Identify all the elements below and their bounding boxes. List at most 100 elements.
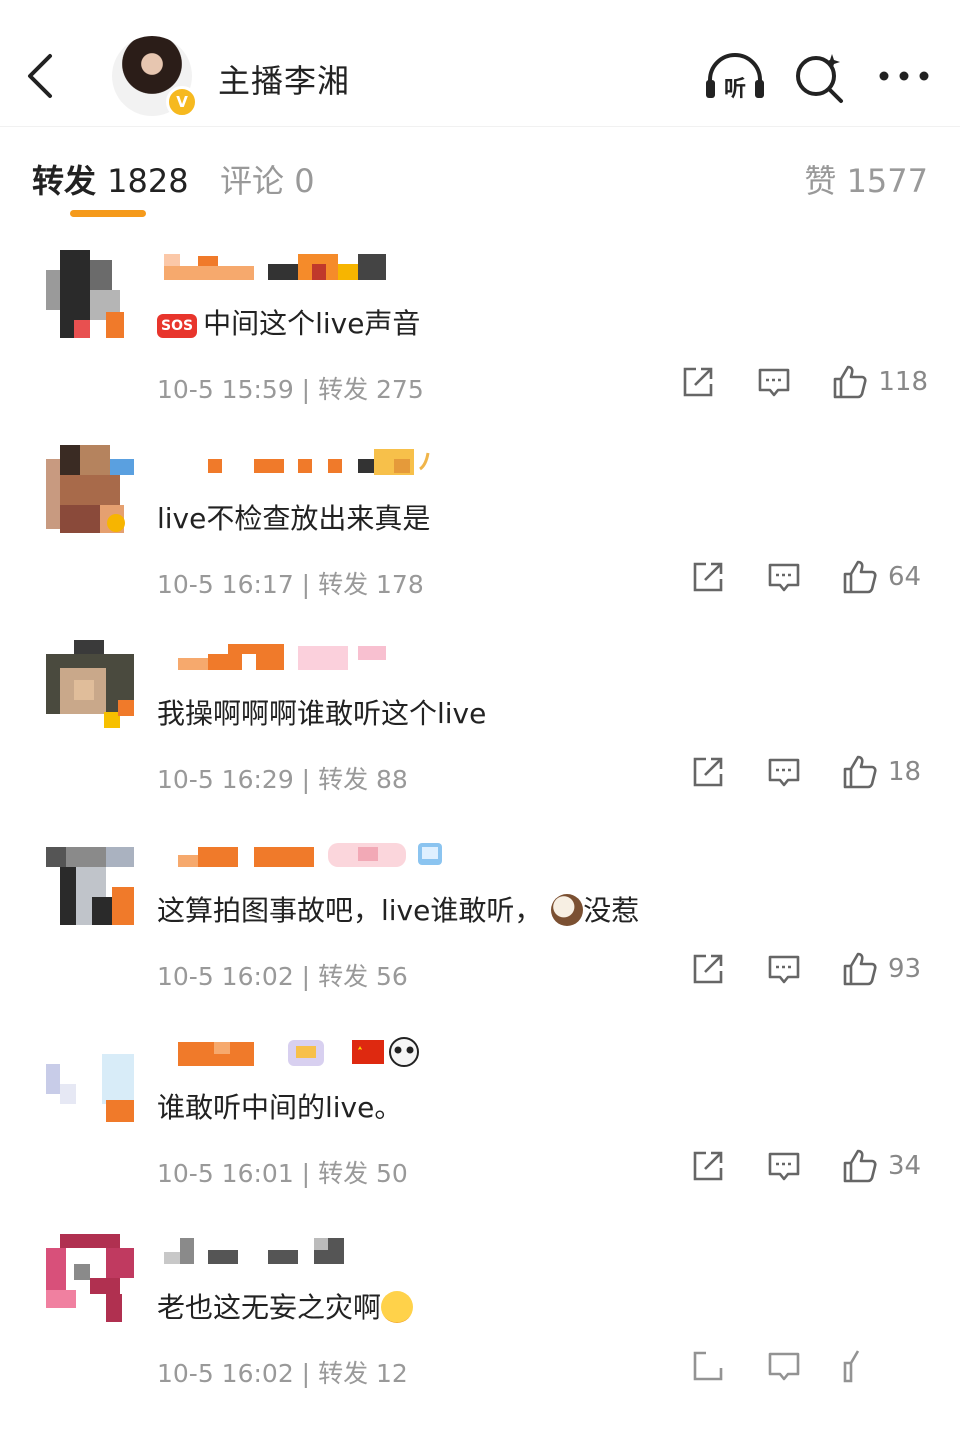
comment-icon[interactable] (766, 754, 802, 790)
sparkle-search-icon[interactable] (792, 50, 848, 106)
repost-count: 88 (376, 765, 408, 794)
thumbs-up-icon[interactable] (842, 1348, 878, 1384)
action-bar: 34 (690, 1146, 928, 1186)
thumbs-up-icon[interactable] (832, 364, 868, 400)
username-pixelated[interactable] (158, 640, 398, 680)
repost-content: 老也这无妄之灾啊 (157, 1286, 414, 1326)
user-avatar-pixelated[interactable] (46, 1034, 134, 1122)
repost-meta: 10-5 15:59 | 转发 275 (157, 375, 424, 404)
thumbs-up-icon[interactable] (842, 559, 878, 595)
like-count: 34 (888, 1151, 922, 1181)
comment-icon[interactable] (766, 1348, 802, 1384)
like-count: 118 (878, 367, 928, 397)
share-icon[interactable] (690, 1148, 726, 1184)
tab-comments[interactable]: 评论 0 (220, 156, 315, 202)
repost-time: 10-5 16:17 (157, 570, 294, 599)
repost-count: 275 (376, 375, 424, 404)
user-avatar-pixelated[interactable] (46, 250, 134, 338)
repost-text: 中间这个live声音 (203, 307, 421, 340)
repost-label: 转发 (318, 570, 369, 599)
action-bar: 18 (690, 752, 928, 792)
tab-reposts-label: 转发 (32, 162, 97, 200)
more-dots-icon[interactable] (876, 60, 932, 90)
repost-content: live不检查放出来真是 (157, 502, 431, 535)
repost-text-tail: 没惹 (583, 894, 640, 927)
repost-time: 10-5 16:01 (157, 1159, 294, 1188)
repost-label: 转发 (318, 375, 369, 404)
repost-label: 转发 (318, 962, 369, 991)
headphones-icon[interactable]: 听 (704, 50, 766, 104)
tab-likes-label: 赞 (804, 162, 837, 200)
tab-comments-count: 0 (294, 162, 315, 200)
username-pixelated[interactable] (158, 250, 398, 290)
repost-time: 10-5 15:59 (157, 375, 294, 404)
tab-bar: 转发 1828 评论 0 赞 1577 (0, 126, 960, 224)
tab-reposts[interactable]: 转发 1828 (32, 156, 189, 202)
page-title[interactable]: 主播李湘 (218, 56, 350, 102)
share-icon[interactable] (690, 1348, 726, 1384)
top-bar: V 主播李湘 听 (0, 0, 960, 127)
thumbs-up-icon[interactable] (842, 1148, 878, 1184)
thumbs-up-icon[interactable] (842, 754, 878, 790)
share-icon[interactable] (690, 754, 726, 790)
repost-item[interactable]: live不检查放出来真是 10-5 16:17 | 转发 178 64 (0, 445, 960, 642)
active-tab-indicator (70, 210, 146, 217)
thumbs-up-icon[interactable] (842, 951, 878, 987)
repost-content: 这算拍图事故吧，live谁敢听， 没惹 (157, 889, 639, 929)
tab-likes[interactable]: 赞 1577 (804, 156, 928, 202)
user-avatar-pixelated[interactable] (46, 445, 134, 533)
like-count: 18 (888, 757, 922, 787)
tab-reposts-count: 1828 (107, 162, 189, 200)
like-count: 93 (888, 954, 922, 984)
tab-comments-label: 评论 (220, 162, 285, 200)
crying-face-emoji-icon (381, 1291, 414, 1323)
username-pixelated[interactable] (158, 837, 458, 877)
tab-likes-count: 1577 (846, 162, 928, 200)
repost-time: 10-5 16:02 (157, 1359, 294, 1388)
share-icon[interactable] (690, 951, 726, 987)
repost-meta: 10-5 16:02 | 转发 12 (157, 1359, 408, 1388)
repost-meta: 10-5 16:17 | 转发 178 (157, 570, 424, 599)
repost-meta: 10-5 16:02 | 转发 56 (157, 962, 408, 991)
action-bar: 64 (690, 557, 928, 597)
repost-time: 10-5 16:29 (157, 765, 294, 794)
sos-emoji-icon: SOS (157, 314, 198, 338)
repost-content: 谁敢听中间的live。 (157, 1091, 403, 1124)
repost-count: 178 (376, 570, 424, 599)
repost-item[interactable]: 这算拍图事故吧，live谁敢听， 没惹 10-5 16:02 | 转发 56 9… (0, 837, 960, 1034)
repost-label: 转发 (318, 1159, 369, 1188)
repost-count: 12 (376, 1359, 408, 1388)
user-avatar-pixelated[interactable] (46, 837, 134, 925)
comment-icon[interactable] (766, 951, 802, 987)
listen-label: 听 (724, 77, 746, 102)
user-avatar-pixelated[interactable] (46, 640, 134, 728)
comment-icon[interactable] (766, 559, 802, 595)
share-icon[interactable] (690, 559, 726, 595)
repost-text: 老也这无妄之灾啊 (157, 1291, 382, 1324)
repost-count: 50 (376, 1159, 408, 1188)
comment-icon[interactable] (766, 1148, 802, 1184)
repost-item[interactable]: 我操啊啊啊谁敢听这个live 10-5 16:29 | 转发 88 18 (0, 640, 960, 837)
repost-content: SOS 中间这个live声音 (157, 302, 420, 342)
action-bar: 93 (690, 949, 928, 989)
back-arrow-icon[interactable] (22, 50, 62, 102)
username-pixelated[interactable] (158, 445, 438, 485)
action-bar (690, 1346, 928, 1386)
username-pixelated[interactable] (158, 1034, 438, 1074)
like-count: 64 (888, 562, 922, 592)
repost-label: 转发 (318, 765, 369, 794)
repost-label: 转发 (318, 1359, 369, 1388)
comment-icon[interactable] (756, 364, 792, 400)
repost-count: 56 (376, 962, 408, 991)
username-pixelated[interactable] (158, 1234, 358, 1274)
repost-item[interactable]: 谁敢听中间的live。 10-5 16:01 | 转发 50 34 (0, 1034, 960, 1231)
repost-item[interactable]: SOS 中间这个live声音 10-5 15:59 | 转发 275 118 (0, 250, 960, 447)
repost-meta: 10-5 16:29 | 转发 88 (157, 765, 408, 794)
share-icon[interactable] (680, 364, 716, 400)
action-bar: 118 (680, 362, 928, 402)
repost-time: 10-5 16:02 (157, 962, 294, 991)
profile-avatar[interactable]: V (112, 36, 198, 118)
repost-item[interactable]: 老也这无妄之灾啊 10-5 16:02 | 转发 12 (0, 1234, 960, 1431)
user-avatar-pixelated[interactable] (46, 1234, 134, 1322)
repost-text: 这算拍图事故吧，live谁敢听， (157, 894, 543, 927)
